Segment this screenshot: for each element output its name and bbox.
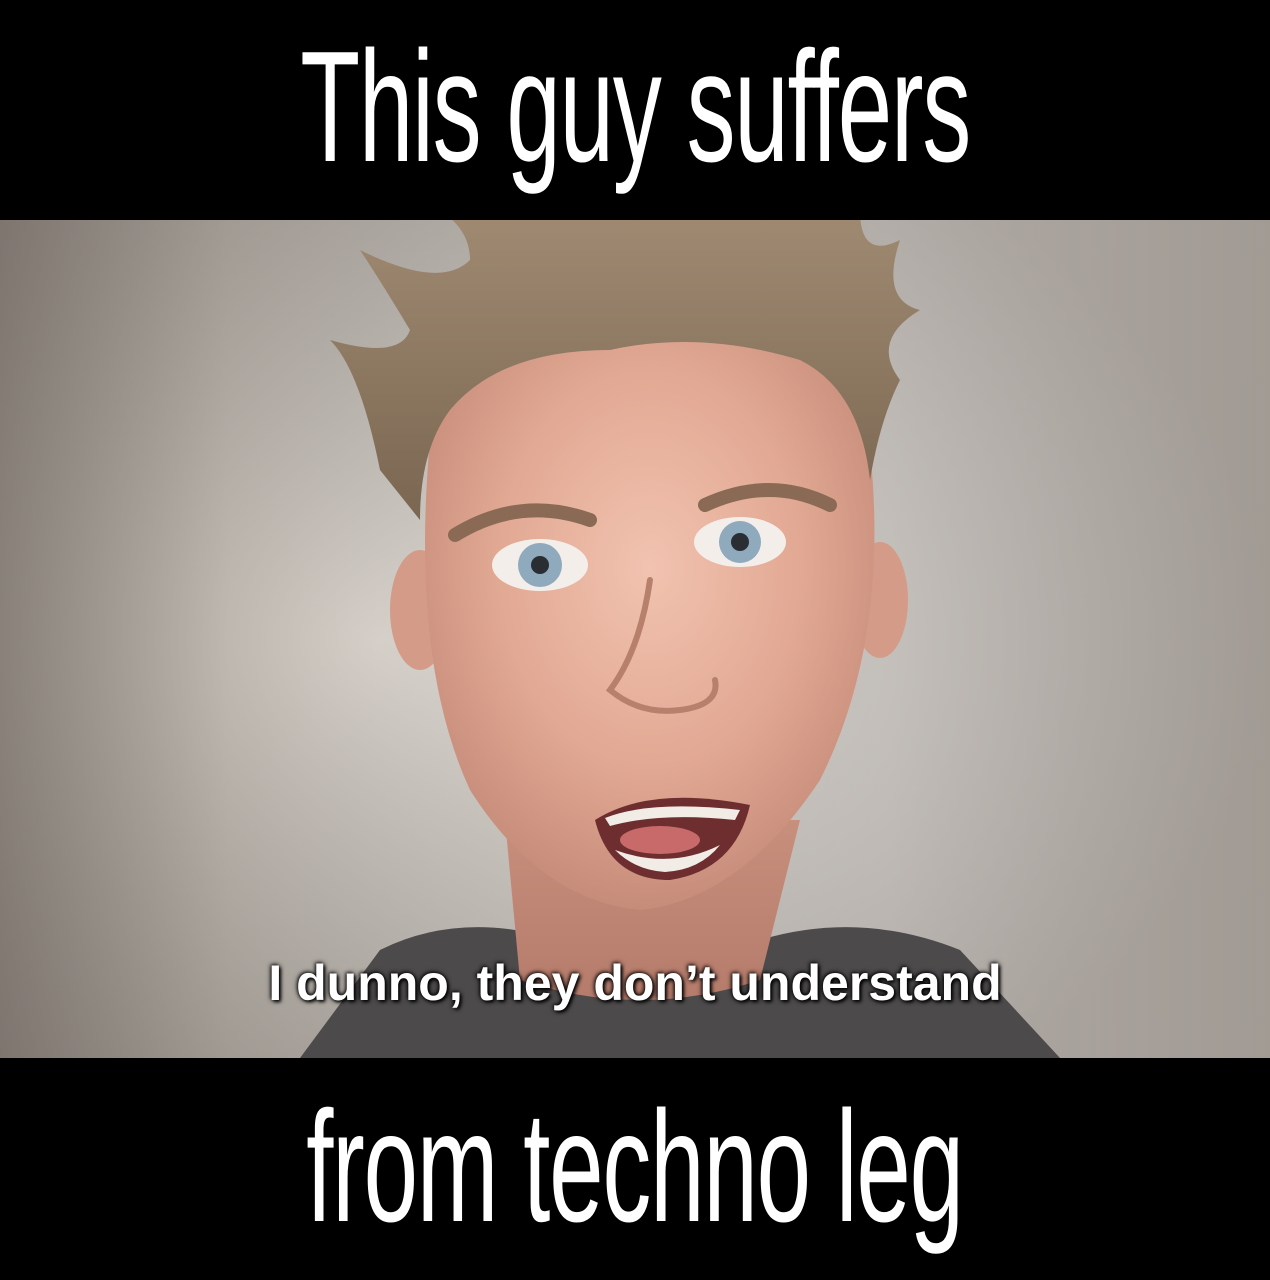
video-subtitle: I dunno, they don’t understand bbox=[268, 955, 1002, 1011]
top-caption-band: This guy suffers bbox=[0, 0, 1270, 220]
bottom-caption-band: from techno leg bbox=[0, 1058, 1270, 1280]
person-photo bbox=[0, 220, 1270, 1058]
top-caption: This guy suffers bbox=[300, 19, 971, 195]
video-frame: I dunno, they don’t understand bbox=[0, 220, 1270, 1058]
bottom-caption: from techno leg bbox=[306, 1079, 965, 1255]
